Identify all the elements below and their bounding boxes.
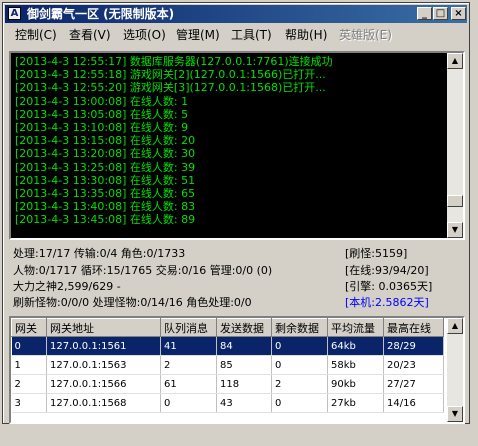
log-panel[interactable]: [2013-4-3 12:55:17] 数据库服务器(127.0.0.1:776…	[9, 51, 465, 240]
table-cell: 27/27	[383, 374, 444, 394]
stats-line-process: 处理:17/17 传输:0/4 角色:0/1733	[13, 247, 186, 260]
table-cell: 58kb	[327, 355, 384, 375]
table-cell: 2	[160, 355, 217, 375]
table-cell: 85	[216, 355, 272, 375]
scroll-up-icon[interactable]: ▲	[447, 318, 463, 334]
table-cell: 14/16	[383, 393, 444, 413]
table-cell: 84	[216, 336, 272, 356]
log-line: [2013-4-3 13:35:08] 在线人数: 65	[15, 187, 196, 201]
table-cell: 127.0.0.1:1568	[46, 393, 161, 413]
column-header-gateway[interactable]: 网关	[11, 318, 47, 337]
table-row[interactable]: 0 127.0.0.1:1561 41 84 0 64kb 28/29	[11, 336, 444, 356]
table-row[interactable]: 2 127.0.0.1:1566 61 118 2 90kb 27/27	[11, 374, 444, 394]
table-cell: 118	[216, 374, 272, 394]
table-cell: 2	[271, 374, 328, 394]
table-scrollbar[interactable]: ▲ ▼	[447, 318, 463, 422]
log-line: [2013-4-3 13:10:08] 在线人数: 9	[15, 121, 189, 135]
scroll-down-icon[interactable]: ▼	[447, 222, 463, 238]
column-header-remaining[interactable]: 剩余数据	[271, 318, 328, 337]
table-cell: 20/23	[383, 355, 444, 375]
menu-hero-edition: 英雄版(E)	[339, 28, 392, 42]
scroll-down-icon[interactable]: ▼	[447, 406, 463, 422]
table-cell: 0	[271, 393, 328, 413]
maximize-button[interactable]: □	[433, 7, 448, 20]
log-line: [2013-4-3 12:55:17] 数据库服务器(127.0.0.1:776…	[15, 55, 333, 68]
log-line: [2013-4-3 13:15:08] 在线人数: 20	[15, 134, 196, 148]
menu-control[interactable]: 控制(C)	[15, 28, 57, 42]
table-cell: 0	[271, 336, 328, 356]
window-title: 御剑霸气一区 (无限制版本)	[27, 7, 175, 21]
stat-engine-uptime: [引擎: 0.0365天]	[345, 280, 433, 293]
main-window: A 御剑霸气一区 (无限制版本) _ □ × 控制(C) 查看(V) 选项(O)…	[2, 2, 470, 424]
column-header-peak-online[interactable]: 最高在线	[383, 318, 444, 337]
table-cell: 0	[271, 355, 328, 375]
log-line: [2013-4-3 12:55:18] 游戏网关[2](127.0.0.1:15…	[15, 68, 326, 82]
log-scrollbar[interactable]: ▲ ▼	[447, 53, 463, 238]
menu-view[interactable]: 查看(V)	[69, 28, 111, 42]
menu-options[interactable]: 选项(O)	[123, 28, 166, 42]
stats-line-boss: 大力之神2,599/629 -	[13, 280, 121, 293]
log-line: [2013-4-3 13:00:08] 在线人数: 1	[15, 94, 189, 108]
log-line: [2013-4-3 13:30:08] 在线人数: 51	[15, 173, 196, 187]
table-cell: 27kb	[327, 393, 384, 413]
column-header-address[interactable]: 网关地址	[46, 318, 161, 337]
log-line: [2013-4-3 13:05:08] 在线人数: 5	[15, 107, 189, 121]
log-line: [2013-4-3 13:45:08] 在线人数: 89	[15, 213, 196, 227]
table-row[interactable]: 3 127.0.0.1:1568 0 43 0 27kb 14/16	[11, 393, 444, 413]
table-header-row: 网关 网关地址 队列消息 发送数据 剩余数据 平均流量 最高在线	[11, 318, 444, 337]
stats-line-characters: 人物:0/1717 循环:15/1765 交易:0/16 管理:0/0 (0)	[13, 264, 273, 277]
table-cell: 2	[11, 374, 47, 394]
table-cell: 41	[160, 336, 217, 356]
scroll-up-icon[interactable]: ▲	[447, 53, 463, 69]
app-icon[interactable]: A	[8, 7, 21, 20]
table-cell: 127.0.0.1:1561	[46, 336, 161, 356]
table-cell: 1	[11, 355, 47, 375]
menu-manage[interactable]: 管理(M)	[176, 28, 220, 42]
table-cell: 0	[11, 336, 47, 356]
scroll-thumb[interactable]	[447, 195, 463, 207]
menu-help[interactable]: 帮助(H)	[285, 28, 327, 42]
column-header-avg-traffic[interactable]: 平均流量	[327, 318, 384, 337]
title-bar[interactable]: A 御剑霸气一区 (无限制版本) _ □ ×	[5, 5, 467, 23]
stat-monster-refresh: [刷怪:5159]	[345, 247, 408, 260]
stat-local-uptime: [本机:2.5862天]	[345, 296, 429, 309]
column-header-sent[interactable]: 发送数据	[216, 318, 272, 337]
gateway-table-panel: 网关 网关地址 队列消息 发送数据 剩余数据 平均流量 最高在线 0 127.0…	[9, 316, 465, 424]
menu-bar: 控制(C) 查看(V) 选项(O) 管理(M) 工具(T) 帮助(H) 英雄版(…	[5, 25, 467, 45]
log-line: [2013-4-3 12:55:20] 游戏网关[3](127.0.0.1:15…	[15, 81, 326, 95]
table-cell: 43	[216, 393, 272, 413]
log-lines: [2013-4-3 12:55:17] 数据库服务器(127.0.0.1:776…	[15, 55, 445, 227]
column-header-queue[interactable]: 队列消息	[160, 318, 217, 337]
minimize-button[interactable]: _	[417, 7, 432, 20]
stats-panel: 处理:17/17 传输:0/4 角色:0/1733 人物:0/1717 循环:1…	[9, 245, 465, 313]
table-cell: 127.0.0.1:1566	[46, 374, 161, 394]
log-line: [2013-4-3 13:20:08] 在线人数: 30	[15, 147, 196, 161]
table-cell: 28/29	[383, 336, 444, 356]
table-cell: 64kb	[327, 336, 384, 356]
log-line: [2013-4-3 13:40:08] 在线人数: 83	[15, 200, 196, 214]
table-cell: 61	[160, 374, 217, 394]
table-cell: 90kb	[327, 374, 384, 394]
gateway-table: 网关 网关地址 队列消息 发送数据 剩余数据 平均流量 最高在线 0 127.0…	[11, 318, 444, 413]
menu-tools[interactable]: 工具(T)	[231, 28, 272, 42]
table-cell: 0	[160, 393, 217, 413]
table-row[interactable]: 1 127.0.0.1:1563 2 85 0 58kb 20/23	[11, 355, 444, 375]
log-line: [2013-4-3 13:25:08] 在线人数: 39	[15, 160, 196, 174]
table-cell: 127.0.0.1:1563	[46, 355, 161, 375]
close-button[interactable]: ×	[451, 7, 466, 20]
table-cell: 3	[11, 393, 47, 413]
stats-line-monsters: 刷新怪物:0/0/0 处理怪物:0/14/16 角色处理:0/0	[13, 296, 252, 309]
stat-online: [在线:93/94/20]	[345, 264, 429, 277]
